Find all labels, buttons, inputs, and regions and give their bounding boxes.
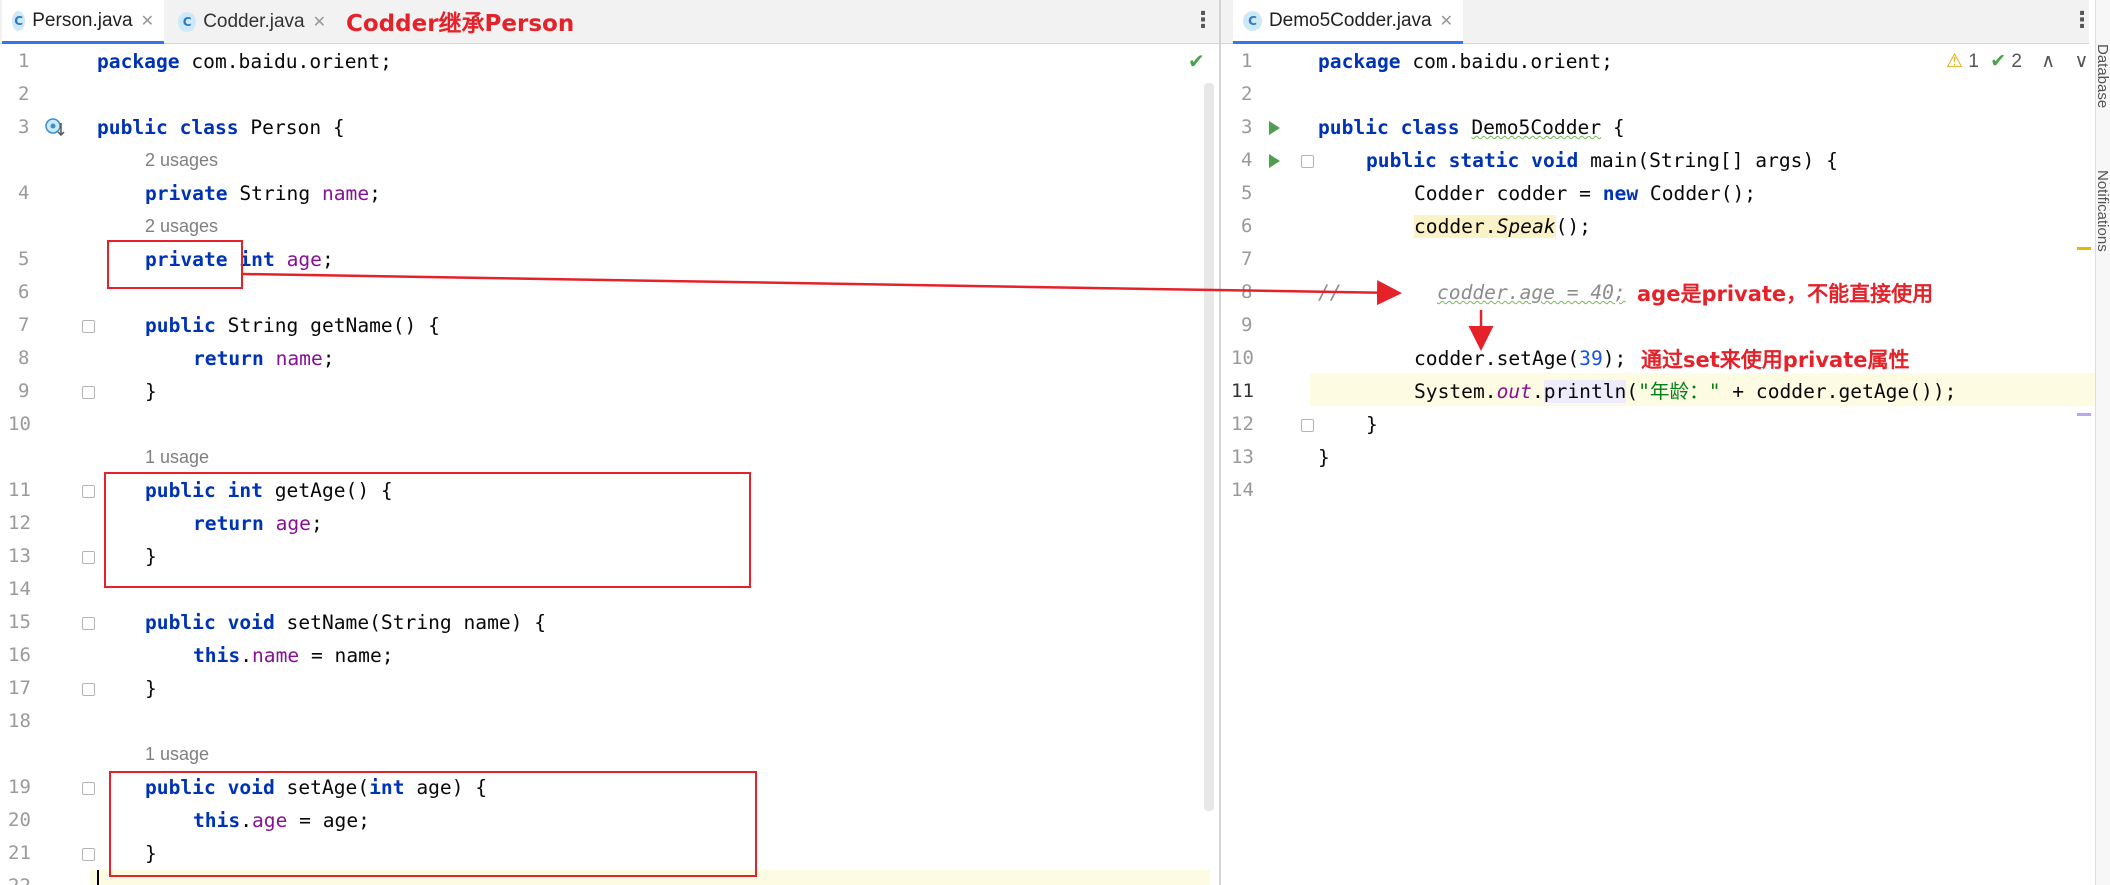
arrow-to-commented-line bbox=[242, 272, 1402, 306]
annotation-arrows bbox=[242, 272, 1494, 351]
